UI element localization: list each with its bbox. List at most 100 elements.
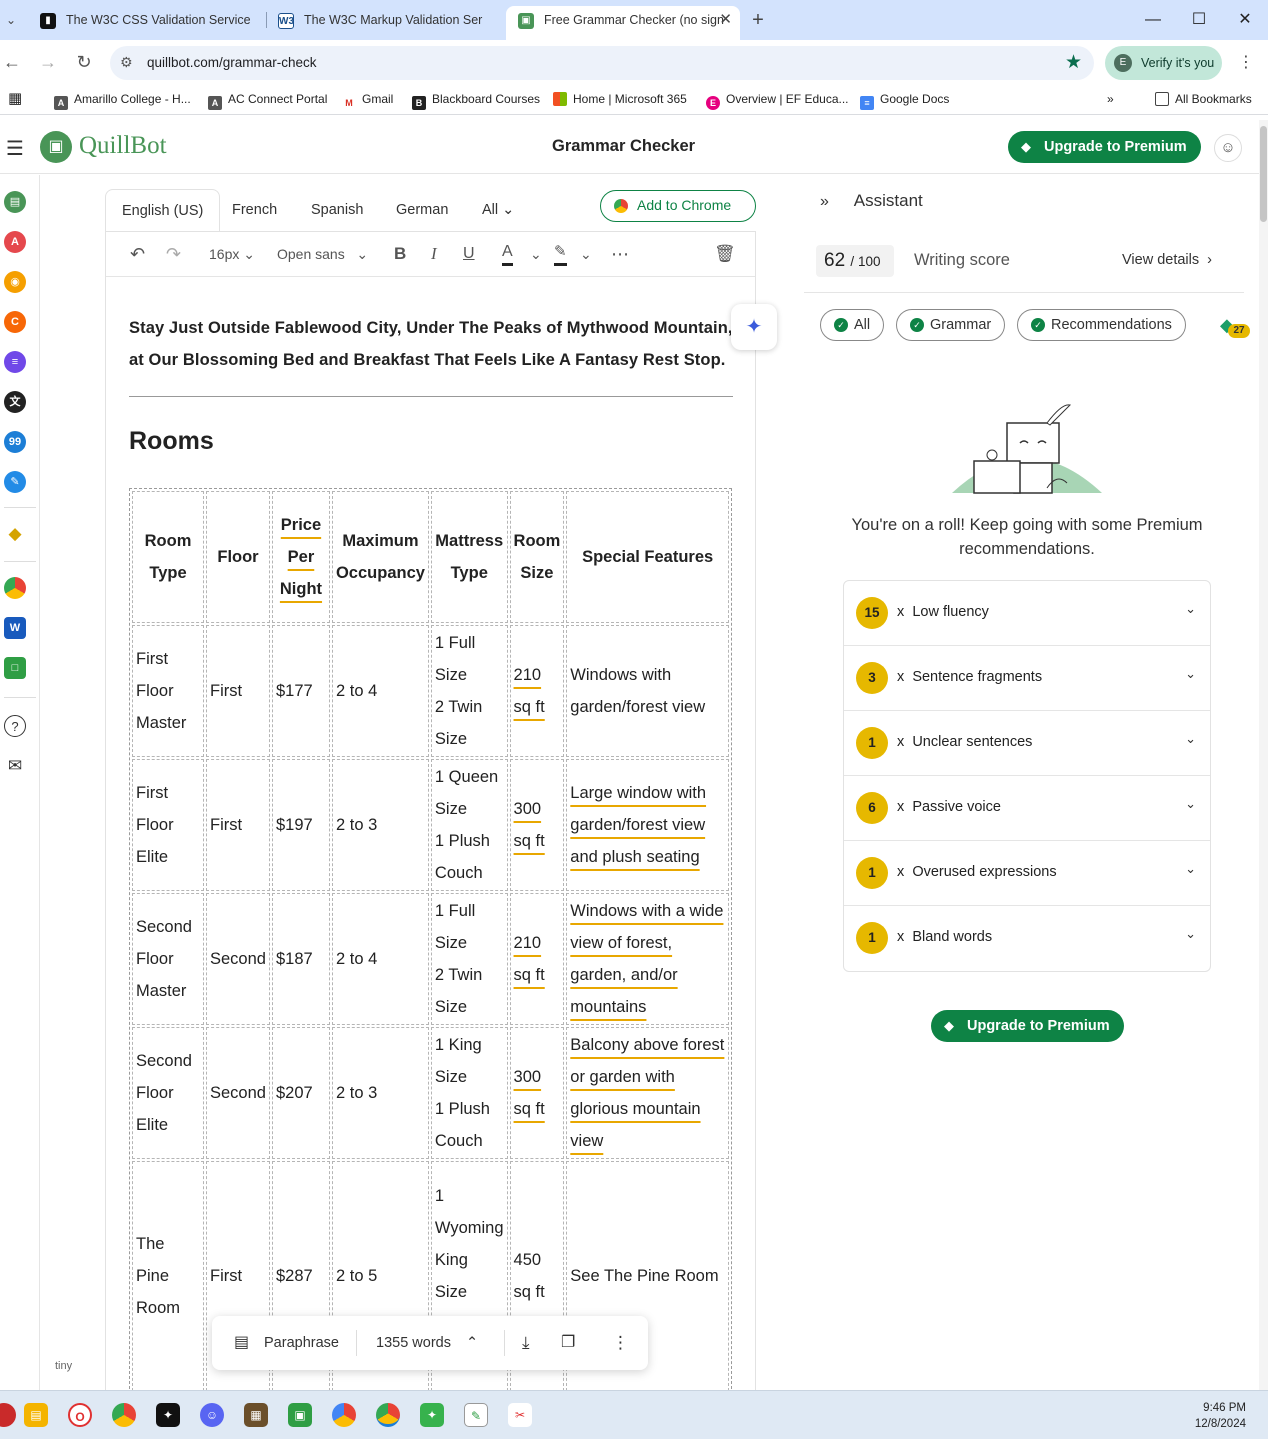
- chevron-down-icon[interactable]: ⌄: [1185, 861, 1196, 877]
- summarizer-icon[interactable]: ≡: [4, 351, 26, 373]
- mattress-cell[interactable]: 1 Queen Size 1 Plush Couch: [430, 759, 508, 891]
- flow-icon[interactable]: ✎: [4, 471, 26, 493]
- hamburger-menu-icon[interactable]: ☰: [6, 136, 24, 161]
- tab-english[interactable]: English (US): [105, 189, 221, 231]
- list-item[interactable]: 6 x Passive voice ⌄: [844, 776, 1210, 841]
- occupancy-cell[interactable]: 2 to 3: [331, 759, 429, 891]
- redo-icon[interactable]: ↷: [166, 242, 181, 266]
- document-body[interactable]: Stay Just Outside Fablewood City, Under …: [129, 312, 733, 484]
- creeper-icon[interactable]: ▣: [288, 1403, 312, 1427]
- maximize-button[interactable]: ☐: [1177, 6, 1221, 34]
- forward-icon[interactable]: →: [36, 50, 60, 74]
- occupancy-cell[interactable]: 2 to 3: [331, 1027, 429, 1159]
- floor-cell[interactable]: First: [206, 759, 270, 891]
- tab-french[interactable]: French: [216, 189, 293, 231]
- ai-sparkle-icon[interactable]: ✦: [731, 304, 777, 350]
- chevron-down-icon[interactable]: ⌄: [1185, 926, 1196, 942]
- bookmark-gmail[interactable]: M Gmail: [342, 92, 393, 110]
- document-heading[interactable]: Stay Just Outside Fablewood City, Under …: [129, 312, 733, 376]
- chevron-up-icon[interactable]: ⌃: [466, 1332, 478, 1354]
- upgrade-premium-button[interactable]: ◆ Upgrade to Premium: [1008, 131, 1201, 163]
- occupancy-cell[interactable]: 2 to 4: [331, 625, 429, 757]
- close-tab-icon[interactable]: ✕: [719, 6, 732, 34]
- tab-spanish[interactable]: Spanish: [295, 189, 379, 231]
- more-menu-icon[interactable]: ⋮: [612, 1332, 629, 1354]
- font-size-select[interactable]: 16px ⌄: [209, 242, 255, 266]
- more-bookmarks-icon[interactable]: »: [1107, 92, 1114, 106]
- bookmark-blackboard[interactable]: B Blackboard Courses: [412, 92, 540, 110]
- bookmark-star-icon[interactable]: ★: [1065, 51, 1082, 74]
- grammar-checker-icon[interactable]: A: [4, 231, 26, 253]
- chevron-down-icon[interactable]: ⌄: [1185, 666, 1196, 682]
- features-cell[interactable]: Windows with garden/forest view: [566, 625, 729, 757]
- bookmark-amarillo[interactable]: A Amarillo College - H...: [54, 92, 191, 110]
- mattress-cell[interactable]: 1 Full Size 2 Twin Size: [430, 625, 508, 757]
- list-item[interactable]: 15 x Low fluency ⌄: [844, 581, 1210, 646]
- list-item[interactable]: 1 x Bland words ⌄: [844, 906, 1210, 971]
- bold-icon[interactable]: B: [394, 242, 406, 266]
- list-item[interactable]: 3 x Sentence fragments ⌄: [844, 646, 1210, 711]
- reload-icon[interactable]: ↻: [72, 50, 96, 74]
- system-clock[interactable]: 9:46 PM 12/8/2024: [1195, 1400, 1246, 1432]
- rooms-table[interactable]: Room Type Floor Price Per Night Maximum …: [129, 488, 732, 1394]
- floor-cell[interactable]: First: [206, 625, 270, 757]
- filter-grammar[interactable]: ✓ Grammar: [896, 309, 1005, 341]
- bookmark-google-docs[interactable]: ≡ Google Docs: [860, 92, 949, 110]
- back-icon[interactable]: ←: [0, 50, 24, 74]
- citation-generator-icon[interactable]: 99: [4, 431, 26, 453]
- text-color-icon[interactable]: A: [502, 242, 513, 266]
- notepad-icon[interactable]: ✎: [464, 1403, 488, 1427]
- paraphrase-icon[interactable]: ▤: [234, 1332, 249, 1354]
- chevron-down-icon[interactable]: ⌄: [1185, 796, 1196, 812]
- room-type-cell[interactable]: Second Floor Elite: [132, 1027, 204, 1159]
- account-icon[interactable]: ☺: [1214, 134, 1242, 162]
- features-cell[interactable]: Windows with a wide view of forest, gard…: [566, 893, 729, 1025]
- address-bar[interactable]: ⚙ quillbot.com/grammar-check ★: [110, 46, 1094, 80]
- bookmark-ef[interactable]: E Overview | EF Educa...: [706, 92, 849, 110]
- mattress-cell[interactable]: 1 Full Size 2 Twin Size: [430, 893, 508, 1025]
- game-icon[interactable]: ✦: [420, 1403, 444, 1427]
- ai-detector-icon[interactable]: ◉: [4, 271, 26, 293]
- room-type-cell[interactable]: First Floor Master: [132, 625, 204, 757]
- capcut-icon[interactable]: ✦: [156, 1403, 180, 1427]
- highlight-icon[interactable]: ✎: [554, 242, 567, 266]
- more-options-icon[interactable]: ⋯: [611, 242, 629, 266]
- browser-menu-icon[interactable]: ⋮: [1236, 52, 1256, 72]
- premium-diamond-icon[interactable]: ◆: [4, 523, 26, 545]
- list-item[interactable]: 1 x Unclear sentences ⌄: [844, 711, 1210, 776]
- download-icon[interactable]: ⤓: [522, 1332, 530, 1354]
- chrome-extension-icon[interactable]: [4, 577, 26, 599]
- chevron-down-icon[interactable]: ⌄: [580, 242, 592, 266]
- site-info-icon[interactable]: ⚙: [120, 54, 133, 71]
- quillbot-logo-icon[interactable]: ▣: [40, 131, 72, 163]
- chrome-beta-icon[interactable]: [332, 1403, 356, 1427]
- minimize-button[interactable]: —: [1131, 6, 1175, 34]
- mail-icon[interactable]: ✉: [4, 755, 26, 777]
- minecraft-icon[interactable]: ▦: [244, 1403, 268, 1427]
- room-type-cell[interactable]: Second Floor Master: [132, 893, 204, 1025]
- font-family-select[interactable]: Open sans ⌄: [277, 242, 368, 266]
- floor-cell[interactable]: Second: [206, 893, 270, 1025]
- verify-profile-button[interactable]: E Verify it's you: [1105, 46, 1222, 80]
- size-cell[interactable]: 300 sq ft: [509, 1027, 565, 1159]
- features-cell[interactable]: Large window with garden/forest view and…: [566, 759, 729, 891]
- all-bookmarks[interactable]: All Bookmarks: [1155, 92, 1252, 106]
- word-addin-icon[interactable]: W: [4, 617, 26, 639]
- premium-gem-icon[interactable]: ◆ 27: [1220, 315, 1250, 338]
- file-explorer-icon[interactable]: ▤: [24, 1403, 48, 1427]
- size-cell[interactable]: 210 sq ft: [509, 893, 565, 1025]
- desktop-app-icon[interactable]: □: [4, 657, 26, 679]
- tab-markup-validator[interactable]: W3 The W3C Markup Validation Ser: [266, 6, 504, 40]
- tab-css-validator[interactable]: ▮ The W3C CSS Validation Service: [28, 6, 264, 40]
- chrome-profile-icon[interactable]: [376, 1403, 400, 1427]
- add-to-chrome-button[interactable]: Add to Chrome: [600, 190, 756, 222]
- close-window-button[interactable]: ✕: [1223, 6, 1267, 34]
- price-cell[interactable]: $187: [271, 893, 330, 1025]
- bookmark-microsoft365[interactable]: Home | Microsoft 365: [553, 92, 687, 106]
- room-type-cell[interactable]: The Pine Room: [132, 1161, 204, 1391]
- filter-all[interactable]: ✓ All: [820, 309, 884, 341]
- plagiarism-checker-icon[interactable]: C: [4, 311, 26, 333]
- price-cell[interactable]: $177: [271, 625, 330, 757]
- filter-recommendations[interactable]: ✓ Recommendations: [1017, 309, 1186, 341]
- copy-icon[interactable]: ❐: [561, 1332, 575, 1354]
